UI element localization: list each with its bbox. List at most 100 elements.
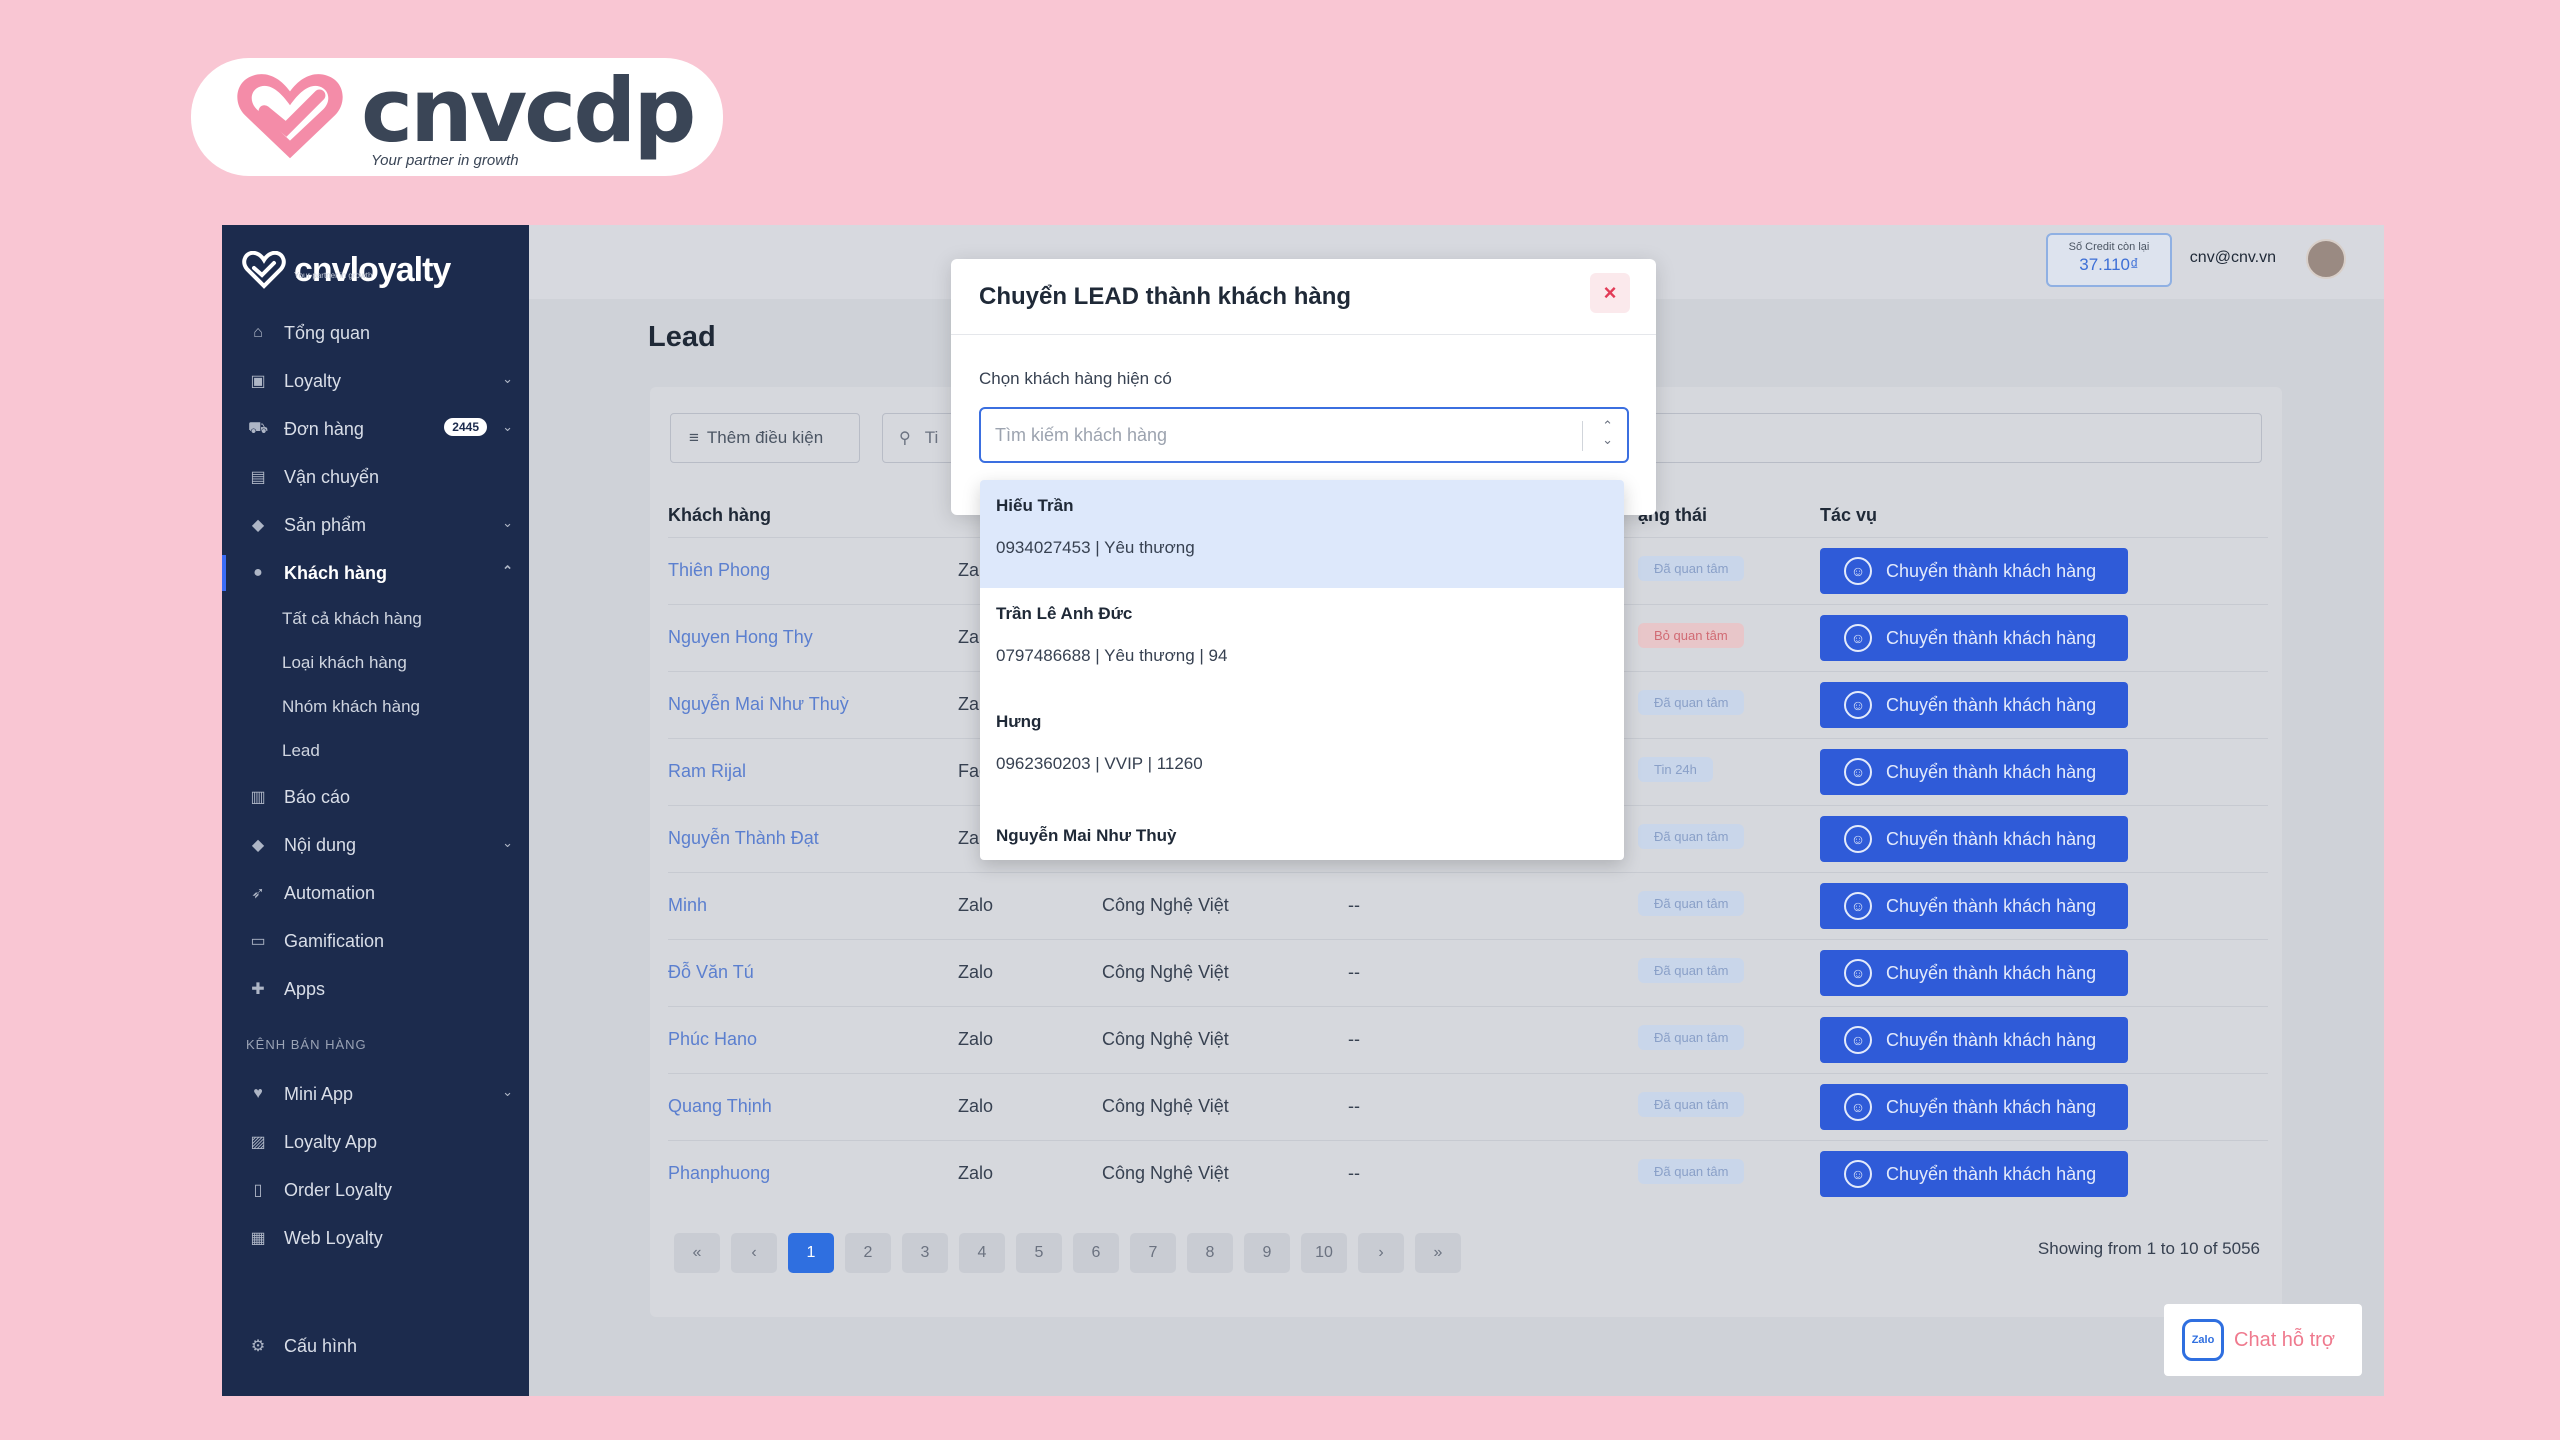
brand-tagline: Your partner in growth bbox=[371, 152, 519, 169]
status-badge: Đã quan tâm bbox=[1638, 1159, 1745, 1184]
sidebar-item-mini-app[interactable]: ♥ Mini App ⌄ bbox=[222, 1070, 529, 1118]
credit-value: 37.110₫ bbox=[2079, 255, 2139, 274]
convert-to-customer-button[interactable]: ☺ Chuyển thành khách hàng bbox=[1820, 816, 2128, 862]
sidebar-sub-lead[interactable]: Lead bbox=[222, 729, 529, 773]
page-button[interactable]: 5 bbox=[1016, 1233, 1062, 1273]
table-row: Đỗ Văn Tú Zalo Công Nghệ Việt -- Đã quan tâm… bbox=[668, 939, 2268, 1006]
chat-support-button[interactable]: Zalo Chat hỗ trợ bbox=[2164, 1304, 2362, 1376]
customer-option[interactable]: Hiếu Trần 0934027453 | Yêu thương bbox=[980, 480, 1624, 588]
heart-icon: ♥ bbox=[253, 1085, 263, 1102]
convert-to-customer-button[interactable]: ☺ Chuyển thành khách hàng bbox=[1820, 615, 2128, 661]
lead-source: Zalo bbox=[958, 962, 994, 982]
user-plus-icon: ☺ bbox=[1844, 557, 1872, 585]
add-condition-button[interactable]: ≡ Thêm điều kiện bbox=[670, 413, 860, 463]
lead-name-link[interactable]: Nguyen Hong Thy bbox=[668, 627, 813, 648]
sidebar-item-apps[interactable]: ✚ Apps bbox=[222, 965, 529, 1013]
sidebar-item-settings[interactable]: ⚙ Cấu hình bbox=[222, 1322, 529, 1370]
convert-to-customer-button[interactable]: ☺ Chuyển thành khách hàng bbox=[1820, 682, 2128, 728]
lead-name-link[interactable]: Đỗ Văn Tú bbox=[668, 962, 754, 983]
gear-icon: ⚙ bbox=[250, 1338, 266, 1355]
customer-dropdown: Hiếu Trần 0934027453 | Yêu thương Trần L… bbox=[980, 480, 1624, 860]
home-icon: ⌂ bbox=[253, 324, 263, 341]
chevron-down-icon: ⌄ bbox=[502, 515, 513, 530]
sidebar-item-shipping[interactable]: ▤ Vận chuyển bbox=[222, 453, 529, 501]
zalo-icon: Zalo bbox=[2182, 1319, 2224, 1361]
sidebar-logo[interactable]: cnvloyalty Your partner in growth bbox=[222, 225, 529, 299]
customer-search-select[interactable]: Tìm kiếm khách hàng ⌃ ⌄ bbox=[979, 407, 1629, 463]
page-button[interactable]: ‹ bbox=[731, 1233, 777, 1273]
page-button[interactable]: 1 bbox=[788, 1233, 834, 1273]
sidebar-item-gamification[interactable]: ▭ Gamification bbox=[222, 917, 529, 965]
sidebar-section-sales-channels: KÊNH BÁN HÀNG bbox=[246, 1037, 367, 1052]
customer-option[interactable]: Nguyễn Mai Như Thuỳ bbox=[980, 804, 1624, 860]
status-badge: Đã quan tâm bbox=[1638, 556, 1745, 581]
lead-name-link[interactable]: Ram Rijal bbox=[668, 761, 746, 782]
page-button[interactable]: › bbox=[1358, 1233, 1404, 1273]
lead-name-link[interactable]: Minh bbox=[668, 895, 707, 916]
sidebar-item-loyalty-app[interactable]: ▨ Loyalty App bbox=[222, 1118, 529, 1166]
sidebar-sub-customer-types[interactable]: Loại khách hàng bbox=[222, 641, 529, 685]
convert-to-customer-button[interactable]: ☺ Chuyển thành khách hàng bbox=[1820, 1017, 2128, 1063]
lead-name-link[interactable]: Phanphuong bbox=[668, 1163, 770, 1184]
sidebar-item-content[interactable]: ◆ Nội dung ⌄ bbox=[222, 821, 529, 869]
modal-title: Chuyển LEAD thành khách hàng bbox=[951, 259, 1656, 335]
sidebar-sub-customer-groups[interactable]: Nhóm khách hàng bbox=[222, 685, 529, 729]
avatar[interactable] bbox=[2306, 239, 2346, 279]
page-button[interactable]: 10 bbox=[1301, 1233, 1347, 1273]
sidebar-item-orders[interactable]: ⛟ Đơn hàng 2445 ⌄ bbox=[222, 405, 529, 453]
user-email[interactable]: cnv@cnv.vn bbox=[2190, 249, 2276, 267]
truck-icon: ▤ bbox=[250, 469, 266, 486]
lead-company: Công Nghệ Việt bbox=[1102, 895, 1229, 915]
convert-to-customer-button[interactable]: ☺ Chuyển thành khách hàng bbox=[1820, 1151, 2128, 1197]
table-row: Phanphuong Zalo Công Nghệ Việt -- Đã quan tâ… bbox=[668, 1140, 2268, 1207]
lead-name-link[interactable]: Phúc Hano bbox=[668, 1029, 757, 1050]
user-plus-icon: ☺ bbox=[1844, 825, 1872, 853]
customer-option[interactable]: Trần Lê Anh Đức 0797486688 | Yêu thương … bbox=[980, 588, 1624, 696]
sidebar-item-reports[interactable]: ▥ Báo cáo bbox=[222, 773, 529, 821]
sidebar-item-overview[interactable]: ⌂ Tổng quan bbox=[222, 309, 529, 357]
lead-empty-field: -- bbox=[1348, 1029, 1360, 1049]
lead-empty-field: -- bbox=[1348, 895, 1360, 915]
customer-option[interactable]: Hưng 0962360203 | VVIP | 11260 bbox=[980, 696, 1624, 804]
user-plus-icon: ☺ bbox=[1844, 624, 1872, 652]
convert-to-customer-button[interactable]: ☺ Chuyển thành khách hàng bbox=[1820, 1084, 2128, 1130]
lead-name-link[interactable]: Thiên Phong bbox=[668, 560, 770, 581]
page-button[interactable]: 2 bbox=[845, 1233, 891, 1273]
header-actions: Tác vụ bbox=[1820, 505, 1878, 525]
convert-to-customer-button[interactable]: ☺ Chuyển thành khách hàng bbox=[1820, 950, 2128, 996]
sidebar-item-order-loyalty[interactable]: ▯ Order Loyalty bbox=[222, 1166, 529, 1214]
sidebar-item-web-loyalty[interactable]: ▦ Web Loyalty bbox=[222, 1214, 529, 1262]
sidebar-item-products[interactable]: ◆ Sản phẩm ⌄ bbox=[222, 501, 529, 549]
page-button[interactable]: « bbox=[674, 1233, 720, 1273]
user-plus-icon: ☺ bbox=[1844, 1026, 1872, 1054]
page-button[interactable]: 6 bbox=[1073, 1233, 1119, 1273]
sidebar-item-automation[interactable]: ➶ Automation bbox=[222, 869, 529, 917]
sidebar: cnvloyalty Your partner in growth ⌂ Tổng … bbox=[222, 225, 529, 1396]
convert-to-customer-button[interactable]: ☺ Chuyển thành khách hàng bbox=[1820, 749, 2128, 795]
lead-company: Công Nghệ Việt bbox=[1102, 1096, 1229, 1116]
status-badge: Đã quan tâm bbox=[1638, 1025, 1745, 1050]
page-button[interactable]: » bbox=[1415, 1233, 1461, 1273]
sidebar-sub-all-customers[interactable]: Tất cả khách hàng bbox=[222, 597, 529, 641]
pagination: « ‹ 1 2 3 4 5 6 7 8 9 10 › » bbox=[674, 1233, 1472, 1273]
credit-balance[interactable]: Số Credit còn lại 37.110₫ bbox=[2046, 233, 2172, 287]
page-button[interactable]: 3 bbox=[902, 1233, 948, 1273]
convert-to-customer-button[interactable]: ☺ Chuyển thành khách hàng bbox=[1820, 548, 2128, 594]
close-icon[interactable]: × bbox=[1590, 273, 1630, 313]
page-button[interactable]: 7 bbox=[1130, 1233, 1176, 1273]
sidebar-logo-sub: Your partner in growth bbox=[294, 271, 373, 280]
lead-name-link[interactable]: Nguyễn Mai Như Thuỳ bbox=[668, 694, 849, 715]
page-button[interactable]: 4 bbox=[959, 1233, 1005, 1273]
page-title: Lead bbox=[648, 321, 716, 353]
convert-to-customer-button[interactable]: ☺ Chuyển thành khách hàng bbox=[1820, 883, 2128, 929]
lead-name-link[interactable]: Nguyễn Thành Đạt bbox=[668, 828, 819, 849]
lead-empty-field: -- bbox=[1348, 1096, 1360, 1116]
sidebar-item-loyalty[interactable]: ▣ Loyalty ⌄ bbox=[222, 357, 529, 405]
page-button[interactable]: 9 bbox=[1244, 1233, 1290, 1273]
page-button[interactable]: 8 bbox=[1187, 1233, 1233, 1273]
status-badge: Đã quan tâm bbox=[1638, 824, 1745, 849]
lead-source: Zalo bbox=[958, 1029, 994, 1049]
showing-count: Showing from 1 to 10 of 5056 bbox=[2037, 1239, 2260, 1258]
sidebar-item-customers[interactable]: ● Khách hàng ⌃ bbox=[222, 549, 529, 597]
lead-name-link[interactable]: Quang Thịnh bbox=[668, 1096, 772, 1117]
